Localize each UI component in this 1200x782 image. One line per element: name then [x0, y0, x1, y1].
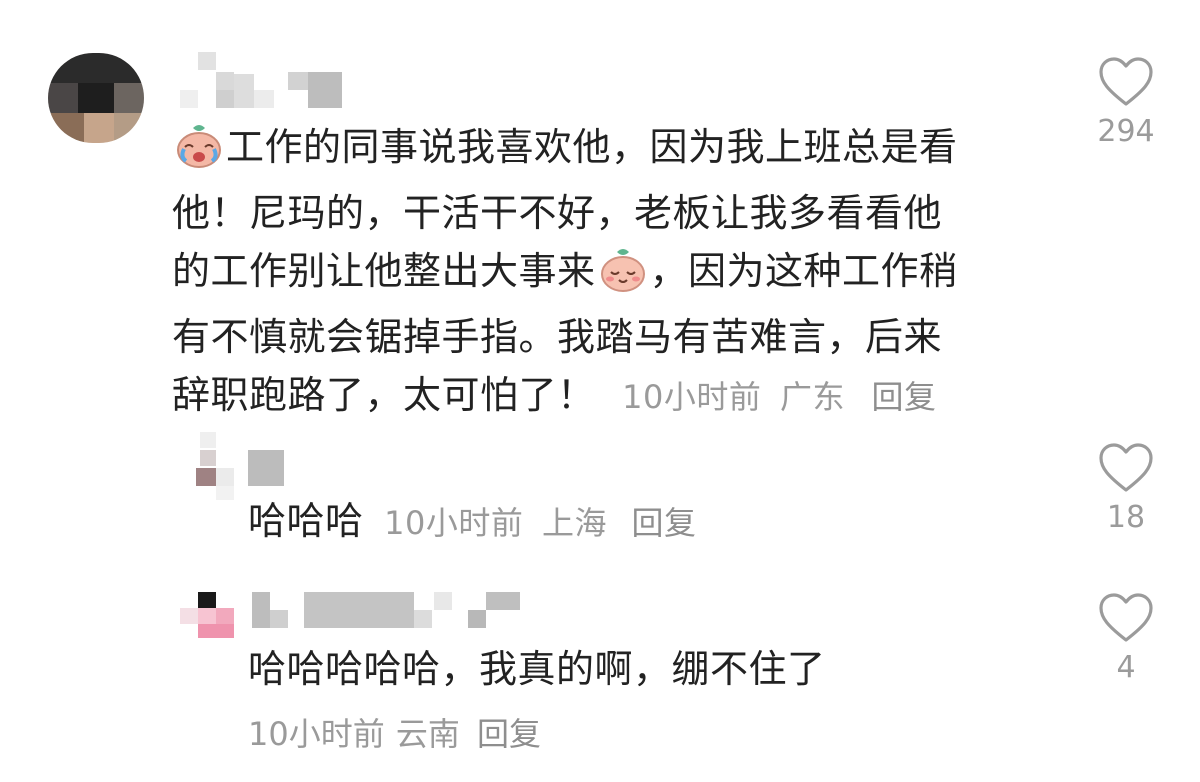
reply-text: 哈哈哈: [248, 499, 364, 543]
avatar-mosaic-tile: [48, 83, 78, 113]
commenter-username-blurred[interactable]: [176, 52, 346, 108]
like-button[interactable]: 294: [1086, 56, 1166, 149]
like-count: 294: [1097, 114, 1155, 149]
reply-button[interactable]: 回复: [632, 504, 697, 542]
heart-outline-icon: [1086, 592, 1166, 644]
heart-outline-icon: [1086, 56, 1166, 108]
reply-text-row: 哈哈哈 10小时前 上海 回复: [248, 492, 1048, 552]
reply-location: 上海: [541, 504, 607, 542]
smiling-peach-emoji-icon: [598, 246, 648, 308]
reply-username-blurred[interactable]: [250, 592, 530, 632]
avatar-mosaic-tile: [78, 83, 114, 113]
reply-time: 10小时前: [384, 504, 524, 542]
reply-like-button[interactable]: 18: [1086, 442, 1166, 535]
avatar-mosaic-tile: [84, 113, 114, 143]
reply-like-count: 18: [1106, 500, 1146, 535]
comment-location: 广东: [779, 378, 845, 416]
crying-peach-emoji-icon: [174, 122, 224, 184]
reply-button[interactable]: 回复: [477, 715, 541, 753]
reply-time: 10小时前: [248, 715, 385, 753]
commenter-avatar[interactable]: [48, 53, 144, 143]
comment-time: 10小时前: [622, 378, 762, 416]
reply-avatar-blurred[interactable]: [196, 432, 296, 500]
heart-outline-icon: [1086, 442, 1166, 494]
avatar-mosaic-tile: [114, 113, 144, 143]
reply-location: 云南: [395, 715, 460, 753]
reply-like-count: 4: [1116, 650, 1136, 685]
avatar-mosaic: [48, 53, 144, 83]
reply-avatar-blurred[interactable]: [180, 592, 240, 638]
reply-meta-row: 10小时前 云南 回复: [248, 710, 541, 764]
reply-text: 哈哈哈哈哈，我真的啊，绷不住了: [248, 647, 826, 691]
comment-text: 工作的同事说我喜欢他，因为我上班总是看 他！尼玛的，干活干不好，老板让我多看看他…: [172, 118, 1052, 426]
avatar-mosaic-tile: [48, 113, 84, 143]
reply-button[interactable]: 回复: [872, 378, 937, 416]
reply-like-button[interactable]: 4: [1086, 592, 1166, 685]
avatar-mosaic-tile: [114, 83, 144, 113]
